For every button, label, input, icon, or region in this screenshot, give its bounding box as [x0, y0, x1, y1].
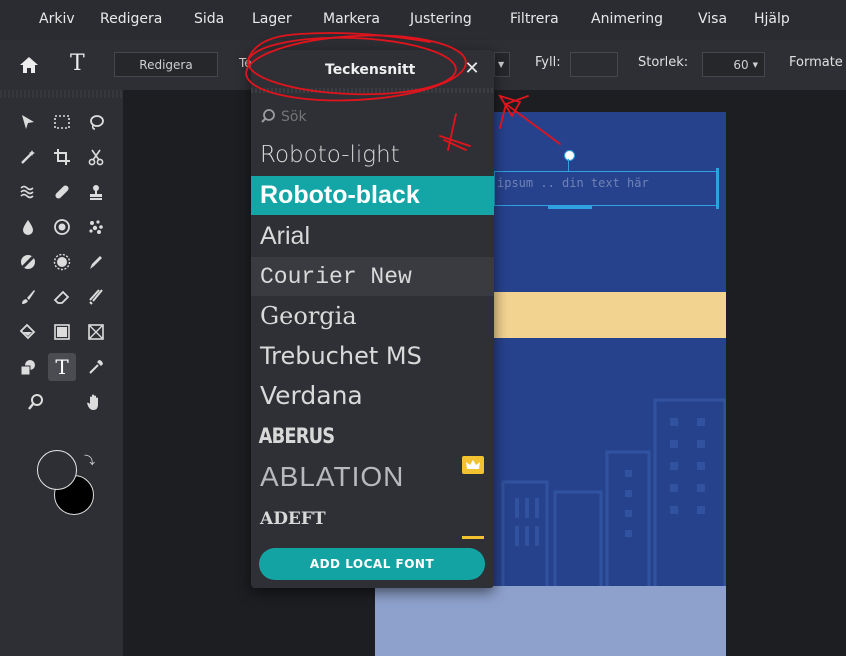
- smudge-icon[interactable]: [82, 248, 110, 276]
- chevron-down-icon: ▼: [752, 60, 758, 69]
- liquify-icon[interactable]: [14, 178, 42, 206]
- font-item-roboto-light[interactable]: Roboto-light: [251, 135, 494, 174]
- type-tool-icon[interactable]: T: [48, 353, 76, 381]
- menu-filtrera[interactable]: Filtrera: [510, 11, 559, 27]
- panel-title: Teckensnitt: [325, 62, 416, 78]
- scissors-icon[interactable]: [82, 143, 110, 171]
- swap-colors-icon[interactable]: ⤵: [84, 452, 95, 468]
- fill-label: Fyll:: [535, 55, 561, 70]
- search-input[interactable]: [279, 105, 483, 129]
- stamp-icon[interactable]: [82, 178, 110, 206]
- tools-panel: T ⤵: [0, 90, 123, 656]
- zoom-icon[interactable]: [22, 388, 50, 416]
- text-tool-icon[interactable]: T: [70, 51, 92, 77]
- shape-combine-icon[interactable]: [14, 353, 42, 381]
- blur-dots-icon[interactable]: [82, 213, 110, 241]
- foreground-color-swatch[interactable]: [37, 450, 77, 490]
- chevron-down-icon: ▼: [498, 60, 505, 69]
- menu-lager[interactable]: Lager: [252, 11, 292, 27]
- font-picker-panel: Teckensnitt ✕ Roboto-light Roboto-black …: [251, 50, 494, 588]
- crown-icon: [462, 456, 484, 474]
- lower-band: [375, 586, 726, 656]
- search-box[interactable]: [251, 102, 494, 130]
- font-size-select[interactable]: 60 ▼: [702, 52, 765, 77]
- font-item-courier-new[interactable]: Courier New: [251, 257, 494, 296]
- menu-sida[interactable]: Sida: [194, 11, 224, 27]
- text-layer-right-handle[interactable]: [716, 168, 719, 209]
- menu-redigera[interactable]: Redigera: [100, 11, 162, 27]
- menu-hjalp[interactable]: Hjälp: [754, 11, 790, 27]
- font-item-aberus[interactable]: ABERUS: [251, 416, 458, 455]
- lasso-tool-icon[interactable]: [82, 108, 110, 136]
- font-field-partial[interactable]: Te: [239, 56, 252, 70]
- panel-grip[interactable]: [0, 90, 123, 98]
- menu-markera[interactable]: Markera: [323, 11, 380, 27]
- fill-color-swatch[interactable]: [570, 52, 618, 77]
- home-icon[interactable]: [19, 55, 39, 75]
- rotate-handle[interactable]: [564, 150, 575, 161]
- panel-grip: [251, 88, 494, 93]
- search-icon: [261, 109, 275, 123]
- pencil-brush-icon[interactable]: [82, 283, 110, 311]
- menu-arkiv[interactable]: Arkiv: [39, 11, 75, 27]
- menu-justering[interactable]: Justering: [410, 11, 472, 27]
- rotate-handle-stem: [568, 159, 569, 171]
- drop-icon[interactable]: [14, 213, 42, 241]
- dodge-icon[interactable]: [14, 248, 42, 276]
- size-label: Storlek:: [638, 55, 689, 70]
- font-item-arial[interactable]: Arial: [251, 217, 494, 256]
- sponge-icon[interactable]: [48, 213, 76, 241]
- text-layer-bottom-handle[interactable]: [548, 206, 592, 209]
- font-dropdown-arrow[interactable]: ▼: [494, 52, 510, 77]
- gradient-icon[interactable]: [48, 318, 76, 346]
- move-tool-icon[interactable]: [14, 108, 42, 136]
- bandage-icon[interactable]: [48, 178, 76, 206]
- font-item-ablation[interactable]: ABLATION: [251, 457, 494, 496]
- brush-icon[interactable]: [14, 283, 42, 311]
- eyedropper-icon[interactable]: [82, 353, 110, 381]
- menu-animering[interactable]: Animering: [591, 11, 663, 27]
- marquee-tool-icon[interactable]: [48, 108, 76, 136]
- font-item-roboto-black[interactable]: Roboto-black: [251, 176, 494, 215]
- font-item-verdana[interactable]: Verdana: [251, 376, 494, 415]
- burn-icon[interactable]: [48, 248, 76, 276]
- paint-bucket-icon[interactable]: [14, 318, 42, 346]
- menu-visa[interactable]: Visa: [698, 11, 727, 27]
- canvas-text-layer[interactable]: ipsum .. din text här: [497, 176, 712, 190]
- loading-indicator: [462, 536, 484, 539]
- font-item-trebuchet-ms[interactable]: Trebuchet MS: [251, 336, 494, 375]
- hand-icon[interactable]: [80, 388, 108, 416]
- font-item-adeft[interactable]: ADEFT: [251, 499, 494, 538]
- menu-bar: Arkiv Redigera Sida Lager Markera Juster…: [0, 0, 846, 40]
- close-icon[interactable]: ✕: [461, 58, 483, 80]
- edit-button[interactable]: Redigera: [114, 52, 218, 77]
- format-label[interactable]: Formate: [789, 55, 843, 70]
- shape-icon[interactable]: [82, 318, 110, 346]
- crop-tool-icon[interactable]: [48, 143, 76, 171]
- magic-wand-icon[interactable]: [14, 143, 42, 171]
- eraser-icon[interactable]: [48, 283, 76, 311]
- add-local-font-button[interactable]: ADD LOCAL FONT: [259, 548, 485, 580]
- font-item-georgia[interactable]: Georgia: [251, 296, 494, 335]
